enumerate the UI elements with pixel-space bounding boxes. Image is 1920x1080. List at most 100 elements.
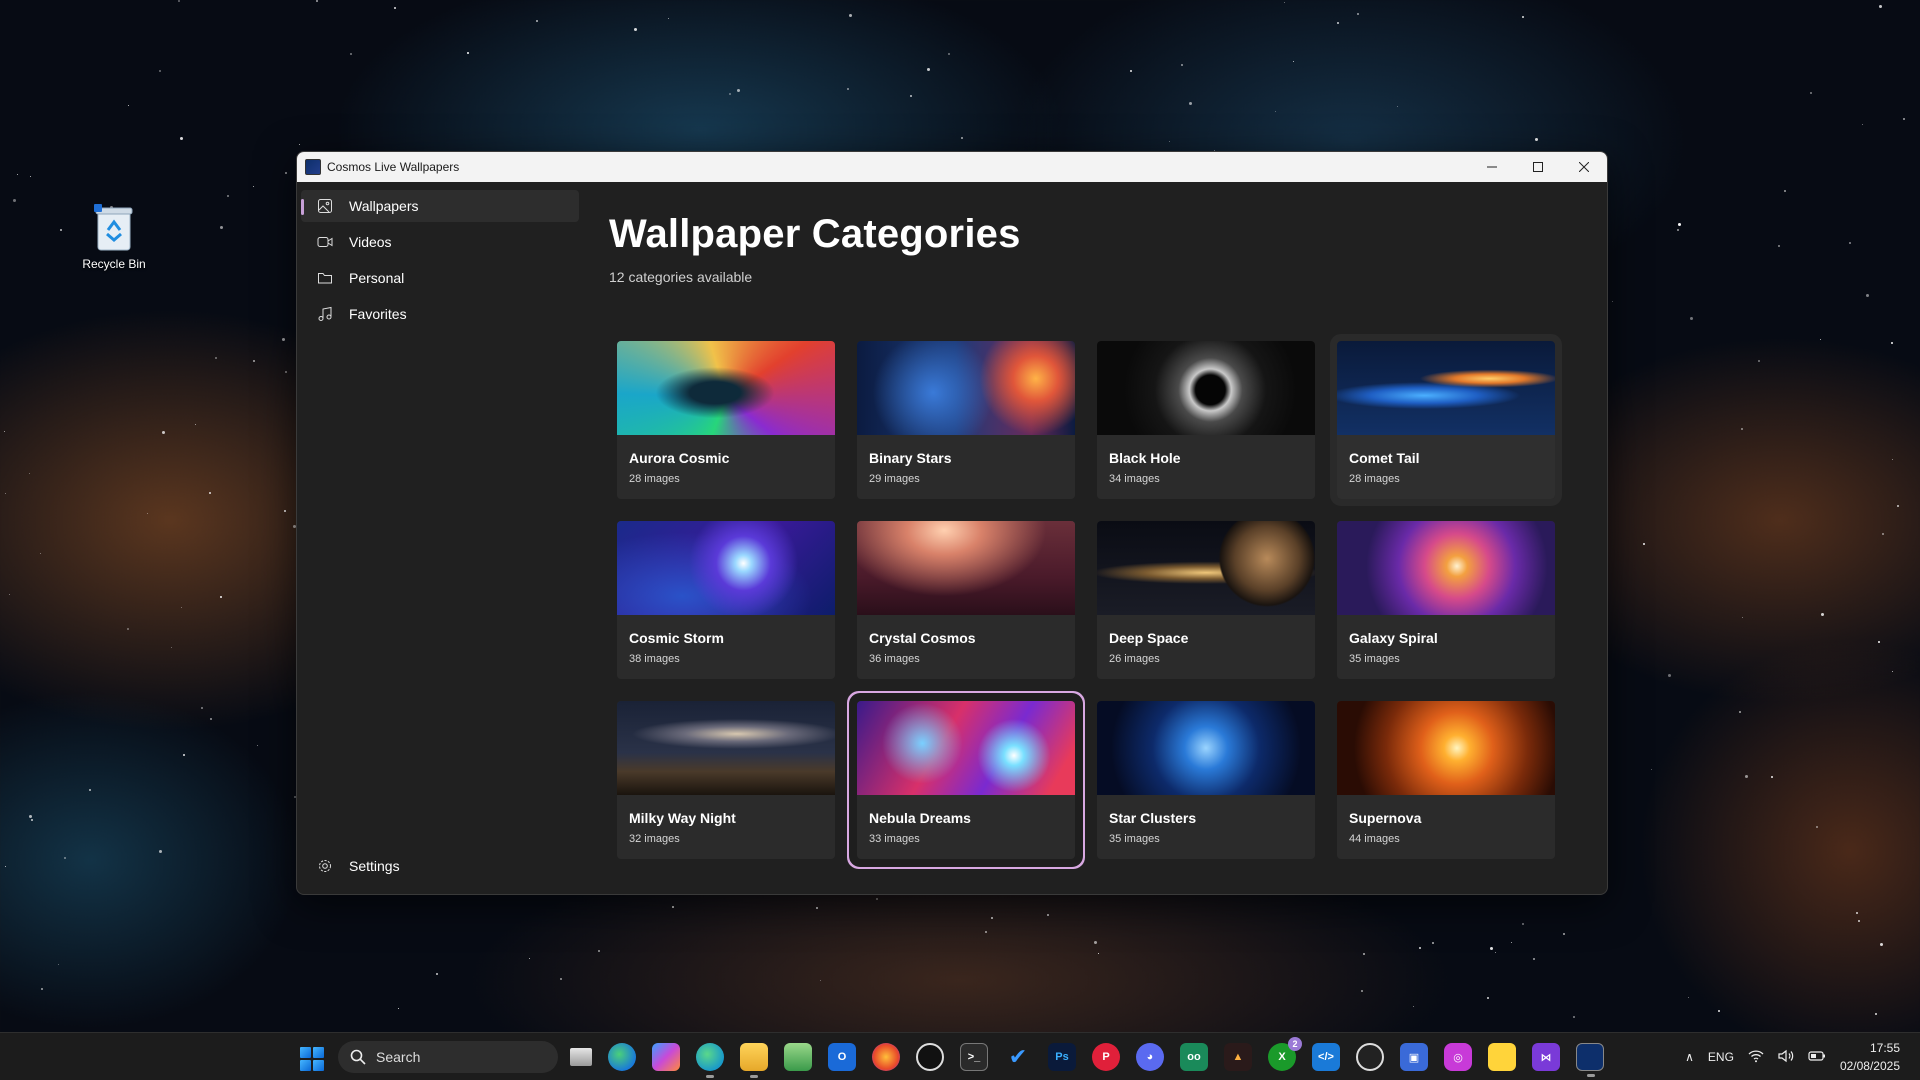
star-dot	[436, 973, 438, 975]
star-dot	[1181, 64, 1183, 66]
category-thumbnail	[1337, 701, 1555, 795]
ai-assistant-icon[interactable]: ◎	[1444, 1043, 1472, 1071]
windows-logo-icon	[300, 1047, 311, 1058]
category-image-count: 33 images	[869, 833, 920, 845]
star-dot	[820, 980, 821, 981]
language-indicator[interactable]: ENG	[1708, 1050, 1734, 1064]
star-dot	[1879, 5, 1882, 8]
video-icon	[317, 234, 333, 250]
category-card-crystal-cosmos[interactable]: Crystal Cosmos 36 images	[857, 521, 1075, 679]
star-dot	[4, 431, 5, 432]
star-dot	[1678, 223, 1681, 226]
minimize-button[interactable]	[1469, 152, 1515, 182]
star-dot	[257, 745, 258, 746]
star-dot	[178, 0, 180, 2]
category-title: Black Hole	[1109, 450, 1181, 466]
obsidian-icon[interactable]	[916, 1043, 944, 1071]
star-dot	[30, 176, 31, 177]
star-dot	[1758, 360, 1760, 362]
volume-icon[interactable]	[1778, 1049, 1794, 1066]
star-dot	[1690, 317, 1693, 320]
star-dot	[849, 14, 852, 17]
star-dot	[215, 357, 217, 359]
chevron-up-icon[interactable]: ∧	[1685, 1050, 1694, 1064]
nav-item-favorites[interactable]: Favorites	[301, 298, 579, 330]
edge-browser-icon[interactable]	[608, 1043, 636, 1071]
close-button[interactable]	[1561, 152, 1607, 182]
category-title: Milky Way Night	[629, 810, 736, 826]
firefox-icon[interactable]	[872, 1043, 900, 1071]
goodreads-icon[interactable]: oo	[1180, 1043, 1208, 1071]
category-card-supernova[interactable]: Supernova 44 images	[1337, 701, 1555, 859]
taskbar-search[interactable]: Search	[338, 1041, 558, 1073]
rocket-app-icon[interactable]: ▲	[1224, 1043, 1252, 1071]
star-dot	[1419, 947, 1421, 949]
outlook-icon[interactable]: O	[828, 1043, 856, 1071]
star-dot	[1849, 242, 1851, 244]
star-dot	[1771, 776, 1773, 778]
star-dot	[159, 850, 162, 853]
battery-icon[interactable]	[1808, 1050, 1826, 1065]
star-dot	[1892, 459, 1893, 460]
star-dot	[1275, 111, 1276, 112]
vscode-icon[interactable]: </>	[1312, 1043, 1340, 1071]
terminal-icon[interactable]: >_	[960, 1043, 988, 1071]
star-dot	[1741, 428, 1743, 430]
star-dot	[316, 0, 318, 2]
category-card-galaxy-spiral[interactable]: Galaxy Spiral 35 images	[1337, 521, 1555, 679]
pinterest-icon[interactable]: P	[1092, 1043, 1120, 1071]
star-dot	[847, 88, 849, 90]
star-dot	[162, 431, 165, 434]
category-card-cosmic-storm[interactable]: Cosmic Storm 38 images	[617, 521, 835, 679]
nav-item-settings[interactable]: Settings	[301, 850, 579, 882]
sticky-notes-icon[interactable]	[1488, 1043, 1516, 1071]
star-dot	[284, 510, 286, 512]
taskbar-clock[interactable]: 17:55 02/08/2025	[1840, 1039, 1900, 1075]
category-thumbnail	[1097, 341, 1315, 435]
discord-icon[interactable]: ◕	[1136, 1043, 1164, 1071]
category-card-milky-way-night[interactable]: Milky Way Night 32 images	[617, 701, 835, 859]
star-dot	[210, 718, 212, 720]
category-card-nebula-dreams[interactable]: Nebula Dreams 33 images	[857, 701, 1075, 859]
category-card-comet-tail[interactable]: Comet Tail 28 images	[1330, 334, 1562, 506]
chatgpt-icon[interactable]	[1356, 1043, 1384, 1071]
star-dot	[529, 958, 530, 959]
edge-beta-icon[interactable]	[696, 1043, 724, 1078]
photoshop-icon[interactable]: Ps	[1048, 1043, 1076, 1071]
cosmos-live-wallpapers-taskbar-icon[interactable]	[1576, 1043, 1604, 1077]
star-dot	[1821, 613, 1824, 616]
category-image-count: 29 images	[869, 473, 920, 485]
star-dot	[1511, 942, 1512, 943]
nav-item-wallpapers[interactable]: Wallpapers	[301, 190, 579, 222]
task-view-icon[interactable]	[570, 1048, 592, 1066]
visual-studio-icon[interactable]: ⋈	[1532, 1043, 1560, 1071]
maximize-button[interactable]	[1515, 152, 1561, 182]
remote-desktop-icon[interactable]: ▣	[1400, 1043, 1428, 1071]
xbox-icon[interactable]: X2	[1268, 1037, 1302, 1071]
star-dot	[1880, 943, 1883, 946]
star-dot	[1094, 941, 1097, 944]
notepad-icon[interactable]	[784, 1043, 812, 1071]
category-card-black-hole[interactable]: Black Hole 34 images	[1097, 341, 1315, 499]
category-card-aurora-cosmic[interactable]: Aurora Cosmic 28 images	[617, 341, 835, 499]
category-thumbnail	[1097, 521, 1315, 615]
start-button[interactable]	[300, 1047, 324, 1071]
recycle-bin-desktop-icon[interactable]: Recycle Bin	[78, 204, 150, 271]
todo-checkmark-icon[interactable]: ✔	[1004, 1043, 1032, 1071]
category-thumbnail	[617, 341, 835, 435]
nav-item-videos[interactable]: Videos	[301, 226, 579, 258]
star-dot	[1903, 118, 1905, 120]
category-card-deep-space[interactable]: Deep Space 26 images	[1097, 521, 1315, 679]
nav-item-label: Settings	[349, 858, 400, 874]
nav-item-personal[interactable]: Personal	[301, 262, 579, 294]
category-card-star-clusters[interactable]: Star Clusters 35 images	[1097, 701, 1315, 859]
category-title: Crystal Cosmos	[869, 630, 976, 646]
category-card-binary-stars[interactable]: Binary Stars 29 images	[857, 341, 1075, 499]
windows-logo-pane	[313, 1047, 324, 1058]
star-dot	[1535, 138, 1538, 141]
file-explorer-icon[interactable]	[740, 1043, 768, 1078]
copilot-icon[interactable]	[652, 1043, 680, 1071]
wifi-icon[interactable]	[1748, 1049, 1764, 1066]
star-dot	[201, 707, 203, 709]
title-bar[interactable]: Cosmos Live Wallpapers	[297, 152, 1607, 182]
